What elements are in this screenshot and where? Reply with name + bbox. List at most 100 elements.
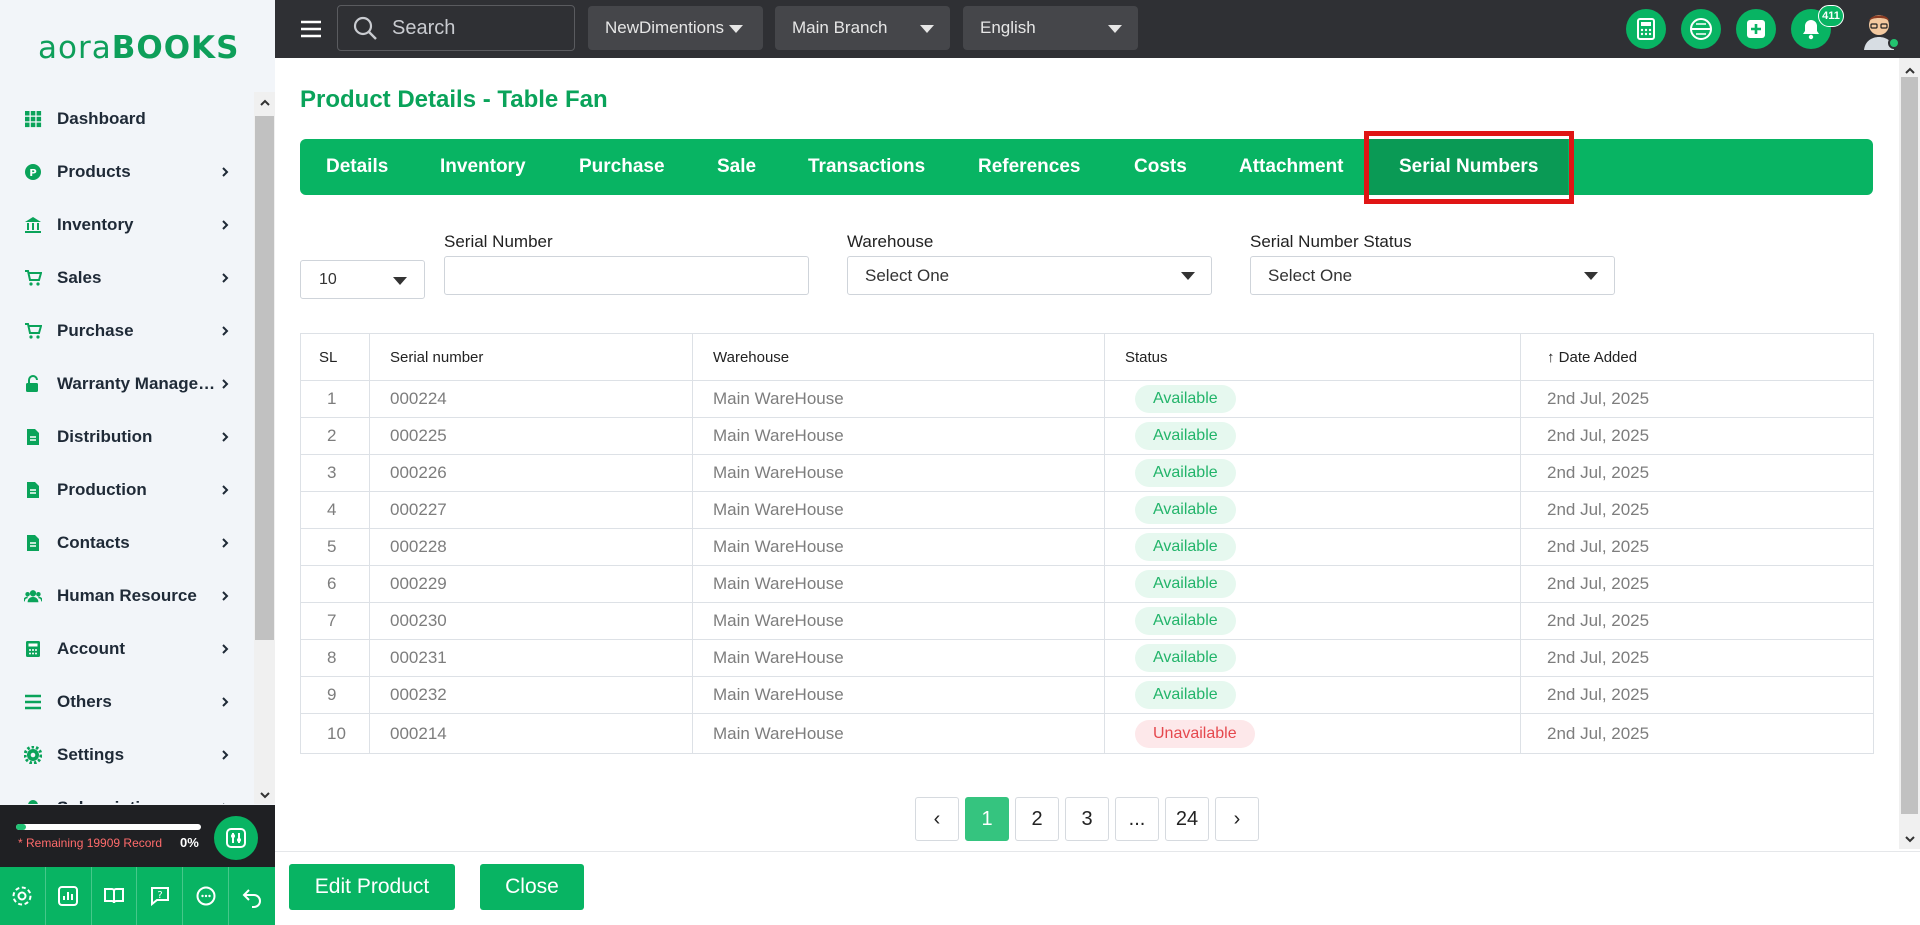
- tab-transactions[interactable]: Transactions: [808, 139, 925, 195]
- cell-warehouse: Main WareHouse: [692, 713, 1105, 754]
- branch-select[interactable]: Main Branch: [775, 6, 950, 50]
- serial-number-input[interactable]: [444, 256, 809, 295]
- pos-button[interactable]: [1681, 9, 1721, 49]
- tab-sale[interactable]: Sale: [717, 139, 756, 195]
- cell-status: Available: [1104, 528, 1521, 566]
- upgrade-button[interactable]: [214, 816, 258, 860]
- warehouse-select[interactable]: Select One: [847, 256, 1212, 295]
- table-row[interactable]: 1 000224 Main WareHouse Available 2nd Jul, 2…: [300, 380, 1874, 418]
- tab-costs[interactable]: Costs: [1134, 139, 1187, 195]
- scroll-up-icon[interactable]: [1903, 64, 1917, 78]
- plus-square-icon: [1747, 20, 1765, 38]
- edit-product-button[interactable]: Edit Product: [289, 864, 455, 910]
- table-row[interactable]: 7 000230 Main WareHouse Available 2nd Jul, 2…: [300, 602, 1874, 640]
- gear-icon: [12, 886, 32, 906]
- calculator-button[interactable]: [1626, 9, 1666, 49]
- table-row[interactable]: 5 000228 Main WareHouse Available 2nd Jul, 2…: [300, 528, 1874, 566]
- per-page-select[interactable]: 10: [300, 260, 425, 299]
- bell-icon: [24, 799, 42, 804]
- table-row[interactable]: 3 000226 Main WareHouse Available 2nd Jul, 2…: [300, 454, 1874, 492]
- chevron-right-icon: [218, 218, 232, 232]
- tab-references[interactable]: References: [978, 139, 1080, 195]
- cell-sl: 5: [300, 528, 370, 566]
- guide-shortcut-button[interactable]: [92, 867, 138, 925]
- tab-purchase[interactable]: Purchase: [579, 139, 665, 195]
- chevron-right-icon: [218, 801, 232, 804]
- column-header-date[interactable]: ↑ Date Added: [1520, 333, 1874, 381]
- scroll-up-icon[interactable]: [258, 96, 272, 110]
- table-row[interactable]: 6 000229 Main WareHouse Available 2nd Jul, 2…: [300, 565, 1874, 603]
- sidebar-item-inventory[interactable]: Inventory: [0, 198, 254, 251]
- pagination-page-2[interactable]: 2: [1015, 797, 1059, 841]
- chevron-right-icon: [218, 536, 232, 550]
- sidebar-item-dashboard[interactable]: Dashboard: [0, 92, 254, 145]
- table-header-row: SL Serial number Warehouse Status ↑ Date…: [300, 333, 1874, 381]
- quick-add-button[interactable]: [1736, 9, 1776, 49]
- sidebar-item-distribution[interactable]: Distribution: [0, 410, 254, 463]
- tab-attachment[interactable]: Attachment: [1239, 139, 1344, 195]
- table-row[interactable]: 10 000214 Main WareHouse Unavailable 2nd Jul…: [300, 713, 1874, 754]
- cell-warehouse: Main WareHouse: [692, 491, 1105, 529]
- cell-date-added: 2nd Jul, 2025: [1520, 380, 1874, 418]
- sidebar-item-production[interactable]: Production: [0, 463, 254, 516]
- bank-icon: [24, 216, 42, 234]
- chat-shortcut-button[interactable]: [183, 867, 229, 925]
- cell-warehouse: Main WareHouse: [692, 454, 1105, 492]
- cell-date-added: 2nd Jul, 2025: [1520, 417, 1874, 455]
- column-header-warehouse[interactable]: Warehouse: [692, 333, 1105, 381]
- sidebar-item-account[interactable]: Account: [0, 622, 254, 675]
- sidebar-item-settings[interactable]: Settings: [0, 728, 254, 781]
- sidebar-item-purchase[interactable]: Purchase: [0, 304, 254, 357]
- language-select[interactable]: English: [963, 6, 1138, 50]
- tab-details[interactable]: Details: [326, 139, 388, 195]
- back-shortcut-button[interactable]: [229, 867, 275, 925]
- column-header-sl[interactable]: SL: [300, 333, 370, 381]
- table-row[interactable]: 8 000231 Main WareHouse Available 2nd Jul, 2…: [300, 639, 1874, 677]
- cart-icon: [24, 269, 42, 287]
- book-icon: [103, 888, 124, 904]
- pagination-next[interactable]: ›: [1215, 797, 1259, 841]
- cell-serial-number: 000230: [369, 602, 693, 640]
- search-placeholder: Search: [392, 16, 456, 39]
- sidebar-item-label: Distribution: [57, 426, 153, 446]
- table-row[interactable]: 9 000232 Main WareHouse Available 2nd Jul, 2…: [300, 676, 1874, 714]
- sidebar-scrollbar-thumb[interactable]: [255, 116, 274, 640]
- sidebar-item-contacts[interactable]: Contacts: [0, 516, 254, 569]
- settings-shortcut-button[interactable]: [0, 867, 46, 925]
- scroll-down-icon[interactable]: [1903, 832, 1917, 846]
- serial-status-select[interactable]: Select One: [1250, 256, 1615, 295]
- cell-sl: 2: [300, 417, 370, 455]
- reports-shortcut-button[interactable]: [46, 867, 92, 925]
- sidebar-item-label: Production: [57, 479, 147, 499]
- close-button[interactable]: Close: [480, 864, 584, 910]
- scroll-down-icon[interactable]: [258, 788, 272, 802]
- tab-inventory[interactable]: Inventory: [440, 139, 526, 195]
- global-search[interactable]: Search: [337, 5, 575, 51]
- cell-warehouse: Main WareHouse: [692, 602, 1105, 640]
- pagination-page-1[interactable]: 1: [965, 797, 1009, 841]
- sort-asc-icon: ↑: [1547, 348, 1555, 366]
- column-header-serial[interactable]: Serial number: [369, 333, 693, 381]
- sidebar-item-products[interactable]: P Products: [0, 145, 254, 198]
- column-header-status[interactable]: Status: [1104, 333, 1521, 381]
- menu-toggle-icon[interactable]: [300, 19, 322, 39]
- sidebar-item-label: Contacts: [57, 532, 130, 552]
- pagination-prev[interactable]: ‹: [915, 797, 959, 841]
- company-select[interactable]: NewDimentions: [588, 6, 763, 50]
- warehouse-label: Warehouse: [847, 232, 934, 251]
- lock-icon: [24, 374, 42, 393]
- content-scrollbar-thumb[interactable]: [1901, 77, 1918, 814]
- table-row[interactable]: 4 000227 Main WareHouse Available 2nd Jul, 2…: [300, 491, 1874, 529]
- sidebar-item-others[interactable]: Others: [0, 675, 254, 728]
- file-icon: [24, 481, 42, 499]
- pagination-page-3[interactable]: 3: [1065, 797, 1109, 841]
- table-row[interactable]: 2 000225 Main WareHouse Available 2nd Jul, 2…: [300, 417, 1874, 455]
- sidebar-item-human-resource[interactable]: Human Resource: [0, 569, 254, 622]
- user-avatar[interactable]: [1858, 8, 1900, 50]
- sidebar-item-subscription[interactable]: Subscription: [0, 781, 254, 804]
- sidebar-item-warranty-management[interactable]: Warranty Management: [0, 357, 254, 410]
- pagination-page-last[interactable]: 24: [1165, 797, 1209, 841]
- app-logo[interactable]: aoraBOOKS: [38, 30, 239, 66]
- help-shortcut-button[interactable]: ?: [137, 867, 184, 925]
- sidebar-item-sales[interactable]: Sales: [0, 251, 254, 304]
